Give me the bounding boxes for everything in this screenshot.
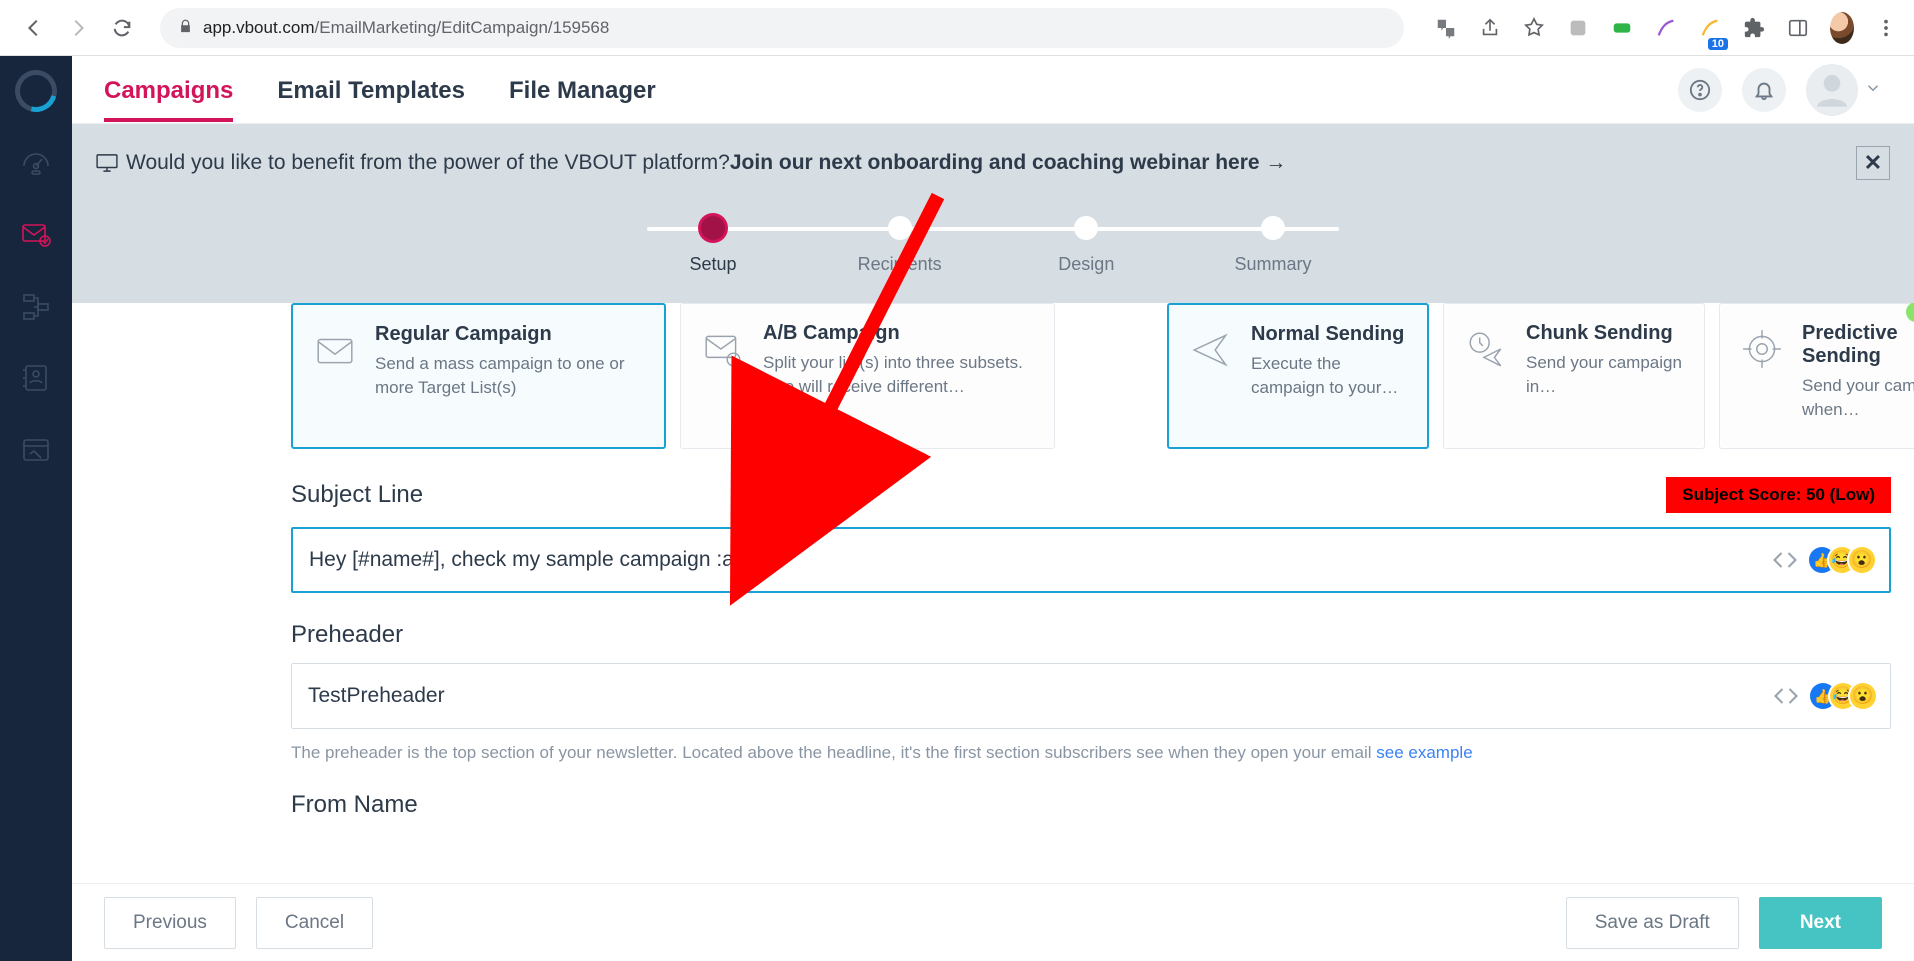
tab-templates[interactable]: Email Templates [277,59,465,121]
sidebar-dashboard[interactable] [14,140,58,184]
notifications-button[interactable] [1742,68,1786,112]
emoji-picker[interactable] [1815,547,1875,573]
fromname-label: From Name [291,791,418,818]
monitor-icon [96,154,118,172]
card-desc: Execute the campaign to your… [1251,352,1407,400]
help-button[interactable] [1678,68,1722,112]
preheader-helper: The preheader is the top section of your… [291,743,1891,763]
browser-chrome: app.vbout.com/EmailMarketing/EditCampaig… [0,0,1914,56]
step-recipients[interactable]: Recipients [820,216,980,275]
step-design[interactable]: Design [1006,216,1166,275]
user-avatar-icon [1806,64,1858,116]
shortcode-icon[interactable] [1771,546,1799,574]
see-example-link[interactable]: see example [1376,743,1472,762]
target-icon [1740,322,1784,430]
sidebar-builder[interactable] [14,428,58,472]
envelope-search-icon [701,322,745,430]
url-host: app.vbout.com/EmailMarketing/EditCampaig… [203,18,609,38]
chrome-actions: 10 [1434,16,1906,40]
emoji-picker[interactable] [1816,683,1876,709]
card-title: Predictive Sending [1802,322,1914,368]
shortcode-icon[interactable] [1772,682,1800,710]
ext-badge: 10 [1708,38,1728,50]
sidebar-contacts[interactable] [14,356,58,400]
wizard-stepper: Setup Recipients Design Summary [96,202,1890,303]
tab-filemanager[interactable]: File Manager [509,59,656,121]
profile-avatar[interactable] [1830,16,1854,40]
preheader-input-wrap [291,663,1891,729]
subject-input-wrap [291,527,1891,593]
card-normal-sending[interactable]: Normal Sending Execute the campaign to yo… [1167,303,1429,449]
banner-link[interactable]: Join our next onboarding and coaching we… [730,151,1287,175]
card-title: A/B Campaign [763,322,1034,345]
app-sidebar [0,56,72,961]
reload-button[interactable] [102,8,142,48]
card-chunk-sending[interactable]: Chunk Sending Send your campaign in… [1443,303,1705,449]
preheader-input[interactable] [306,683,1756,709]
card-regular-campaign[interactable]: Regular Campaign Send a mass campaign to … [291,303,666,449]
tab-campaigns[interactable]: Campaigns [104,59,233,121]
active-badge: Active [1906,303,1914,322]
bookmark-star-icon[interactable] [1522,16,1546,40]
back-button[interactable] [14,8,54,48]
ext-icon-4[interactable]: 10 [1698,16,1722,40]
send-schedule-icon [1464,322,1508,430]
action-bar: Previous Cancel Save as Draft Next [72,883,1914,961]
sidepanel-icon[interactable] [1786,16,1810,40]
url-bar[interactable]: app.vbout.com/EmailMarketing/EditCampaig… [160,8,1404,48]
kebab-menu-icon[interactable] [1874,16,1898,40]
subject-label: Subject Line [291,481,423,509]
user-menu[interactable] [1806,64,1882,116]
translate-icon[interactable] [1434,16,1458,40]
onboarding-banner: Would you like to benefit from the power… [96,124,1890,202]
card-desc: Split your list(s) into three subsets. T… [763,351,1034,399]
subject-score-badge: Subject Score: 50 (Low) [1666,477,1891,513]
card-desc: Send your campaign when… [1802,374,1914,422]
top-nav: Campaigns Email Templates File Manager [72,56,1914,124]
cancel-button[interactable]: Cancel [256,897,373,949]
preheader-label: Preheader [291,621,403,648]
previous-button[interactable]: Previous [104,897,236,949]
card-desc: Send your campaign in… [1526,351,1684,399]
step-setup[interactable]: Setup [633,216,793,275]
save-draft-button[interactable]: Save as Draft [1566,897,1739,949]
extensions-icon[interactable] [1742,16,1766,40]
card-ab-campaign[interactable]: A/B Campaign Split your list(s) into thre… [680,303,1055,449]
sidebar-automation[interactable] [14,284,58,328]
next-button[interactable]: Next [1759,897,1882,949]
send-icon [1189,323,1233,429]
card-desc: Send a mass campaign to one or more Targ… [375,352,644,400]
forward-button[interactable] [58,8,98,48]
card-predictive-sending[interactable]: Active Predictive Sending Send your campa… [1719,303,1914,449]
card-title: Regular Campaign [375,323,644,346]
envelope-icon [313,323,357,429]
card-title: Normal Sending [1251,323,1407,346]
chevron-down-icon [1864,79,1882,100]
ext-icon-3[interactable] [1654,16,1678,40]
app-logo[interactable] [7,62,64,119]
sidebar-email[interactable] [14,212,58,256]
card-title: Chunk Sending [1526,322,1684,345]
ext-icon-1[interactable] [1566,16,1590,40]
subject-input[interactable] [307,547,1755,573]
banner-text: Would you like to benefit from the power… [126,151,730,175]
lock-icon [178,19,193,37]
ext-icon-2[interactable] [1610,16,1634,40]
share-icon[interactable] [1478,16,1502,40]
step-summary[interactable]: Summary [1193,216,1353,275]
banner-close[interactable]: ✕ [1856,146,1890,180]
